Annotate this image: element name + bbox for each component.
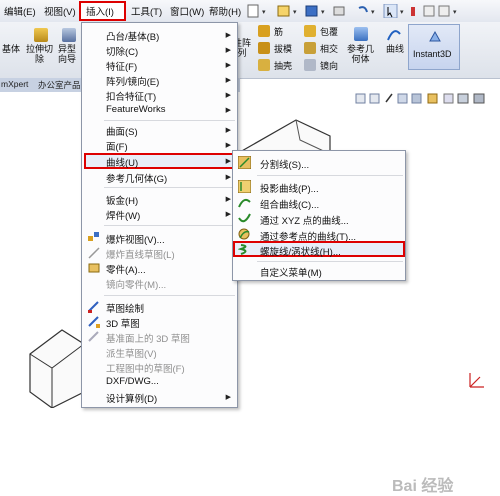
- intersect-icon[interactable]: [304, 42, 316, 54]
- submenu-curve-through-xyz[interactable]: 通过 XYZ 点的曲线...: [260, 213, 349, 227]
- submenu-projected-curve[interactable]: 投影曲线(P)...: [260, 181, 319, 195]
- extrude-cut-button[interactable]: 拉伸切 除: [26, 44, 53, 64]
- menu-item-curve[interactable]: 曲线(U): [106, 155, 138, 169]
- hole-wizard-button[interactable]: 异型 向导: [58, 44, 76, 64]
- svg-text:▾: ▾: [400, 9, 404, 16]
- shell-icon[interactable]: [258, 59, 270, 71]
- menu-item-fastening-feature[interactable]: 扣合特征(T): [106, 89, 156, 103]
- menu-tools[interactable]: 工具(T): [131, 4, 162, 18]
- instant3d-button[interactable]: Instant3D: [408, 24, 460, 70]
- menu-item-surface[interactable]: 曲面(S): [106, 124, 138, 138]
- composite-curve-icon: [238, 198, 251, 208]
- curves-icon[interactable]: [386, 26, 402, 42]
- mirror-icon[interactable]: [304, 59, 316, 71]
- instant3d-icon: [429, 30, 441, 42]
- menu-edit[interactable]: 编辑(E): [4, 4, 36, 18]
- mirror-button[interactable]: 镜向: [320, 61, 338, 71]
- toolbar-base-label[interactable]: 基体: [2, 44, 20, 54]
- wrap-button[interactable]: 包覆: [320, 27, 338, 37]
- menu-item-mirror-part[interactable]: 镜向零件(M)...: [106, 277, 166, 291]
- menu-item-cut[interactable]: 切除(C): [106, 44, 138, 58]
- quick-access-icons[interactable]: ▾ ▾ ▾ ▾ ▾ ▾: [246, 4, 496, 18]
- menu-item-features[interactable]: 特征(F): [106, 59, 137, 73]
- svg-text:▾: ▾: [262, 9, 266, 16]
- 3d-sketch-icon: [88, 316, 100, 328]
- submenu-composite-curve[interactable]: 组合曲线(C)...: [260, 197, 319, 211]
- submenu-split-line[interactable]: 分割线(S)...: [260, 157, 309, 171]
- menu-item-explode-line-sketch[interactable]: 爆炸直线草图(L): [106, 247, 175, 261]
- menu-item-3d-sketch-on-plane[interactable]: 基准面上的 3D 草图: [106, 331, 190, 345]
- extrude-cut-icon[interactable]: [34, 28, 48, 42]
- menu-view[interactable]: 视图(V): [44, 4, 76, 18]
- explode-line-sketch-icon: [88, 247, 100, 259]
- svg-text:▾: ▾: [293, 9, 297, 16]
- menu-item-reference-geometry[interactable]: 参考几何体(G): [106, 171, 167, 185]
- svg-text:▾: ▾: [453, 9, 457, 16]
- menu-item-boss-base[interactable]: 凸台/基体(B): [106, 29, 159, 43]
- menu-insert[interactable]: 插入(I): [86, 4, 114, 18]
- intersect-button[interactable]: 相交: [320, 44, 338, 54]
- curve-through-xyz-icon: [238, 213, 251, 223]
- curve-through-reference-points-icon: [238, 228, 250, 240]
- menu-item-dxf-dwg[interactable]: DXF/DWG...: [106, 376, 159, 387]
- draft-icon[interactable]: [258, 42, 270, 54]
- menu-help[interactable]: 帮助(H): [209, 4, 241, 18]
- menu-item-face[interactable]: 面(F): [106, 139, 128, 153]
- menu-item-part[interactable]: 零件(A)...: [106, 262, 146, 276]
- part-icon: [88, 263, 100, 273]
- svg-text:▾: ▾: [371, 9, 375, 16]
- tab-mxpert[interactable]: mXpert: [1, 79, 28, 89]
- menu-item-sketch-from-drawing[interactable]: 工程图中的草图(F): [106, 361, 185, 375]
- 3d-sketch-on-plane-icon: [88, 331, 99, 342]
- menu-bar: 编辑(E) 视图(V) 插入(I) 工具(T) 窗口(W) 帮助(H) ▾ ▾ …: [0, 0, 500, 23]
- reference-geometry-button[interactable]: 参考几 何体: [347, 44, 374, 64]
- rib-button[interactable]: 筋: [274, 27, 283, 37]
- sketch-icon: [88, 301, 99, 313]
- menu-item-weldments[interactable]: 焊件(W): [106, 208, 140, 222]
- svg-text:▾: ▾: [321, 9, 325, 16]
- menu-item-design-study[interactable]: 设计算例(D): [106, 391, 157, 405]
- menu-item-sketch[interactable]: 草图绘制: [106, 301, 144, 315]
- draft-button[interactable]: 拔模: [274, 44, 292, 54]
- helix-spiral-icon: [238, 244, 247, 255]
- shell-button[interactable]: 抽壳: [274, 61, 292, 71]
- split-line-icon: [238, 156, 251, 169]
- menu-window[interactable]: 窗口(W): [170, 4, 204, 18]
- menu-item-sheet-metal[interactable]: 钣金(H): [106, 193, 138, 207]
- tab-office-products[interactable]: 办公室产品: [38, 79, 81, 91]
- menu-item-3d-sketch[interactable]: 3D 草图: [106, 316, 140, 330]
- exploded-view-icon: [88, 232, 99, 241]
- reference-geometry-icon[interactable]: [354, 27, 368, 41]
- menu-item-exploded-view[interactable]: 爆炸视图(V)...: [106, 232, 165, 246]
- hole-wizard-icon[interactable]: [62, 28, 76, 42]
- menu-item-derived-sketch[interactable]: 派生草图(V): [106, 346, 157, 360]
- wrap-icon[interactable]: [304, 25, 316, 37]
- watermark: Bai 经验: [392, 478, 454, 495]
- curve-submenu: 分割线(S)... 投影曲线(P)... 组合曲线(C)... 通过 XYZ 点…: [232, 150, 406, 281]
- projected-curve-icon: [238, 180, 251, 193]
- menu-item-pattern-mirror[interactable]: 阵列/镜向(E): [106, 74, 159, 88]
- view-toolbar-icons: [355, 93, 485, 104]
- instant3d-label: Instant3D: [413, 49, 452, 59]
- submenu-customize-menu[interactable]: 自定义菜单(M): [260, 265, 322, 279]
- insert-dropdown-menu: 凸台/基体(B) ▶ 切除(C) ▶ 特征(F) ▶ 阵列/镜向(E) ▶ 扣合特征(T…: [81, 22, 238, 408]
- submenu-helix-spiral[interactable]: 螺旋线/涡状线(H)...: [260, 244, 341, 258]
- rib-icon[interactable]: [258, 25, 270, 37]
- curves-button[interactable]: 曲线: [386, 44, 404, 54]
- menu-item-featureworks[interactable]: FeatureWorks: [106, 104, 165, 115]
